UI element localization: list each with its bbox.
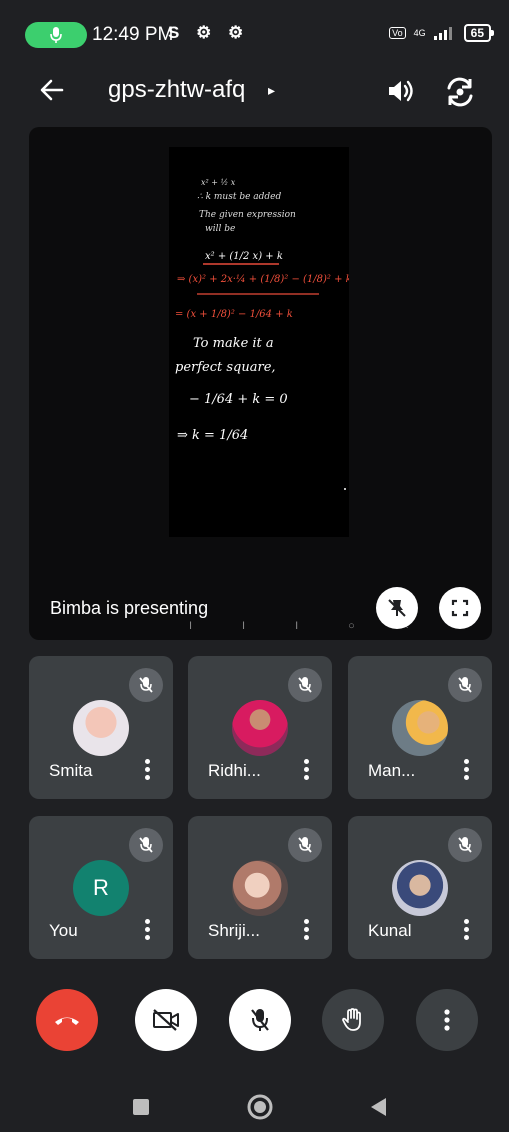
shared-screen-whiteboard: x² + ½ x ∴ k must be added The given exp… — [169, 147, 349, 537]
shared-screen-navbar: III○‹ — [189, 620, 459, 632]
more-vert-icon — [444, 1009, 450, 1031]
presenter-label: Bimba is presenting — [50, 598, 209, 618]
raise-hand-button[interactable] — [322, 989, 384, 1051]
avatar — [232, 700, 288, 756]
network-label: 4G — [413, 28, 426, 38]
end-call-icon — [55, 1017, 79, 1025]
mic-icon — [50, 27, 62, 43]
hw-line-4: will be — [205, 224, 235, 234]
square-icon[interactable] — [131, 1097, 151, 1117]
presentation-view[interactable]: x² + ½ x ∴ k must be added The given exp… — [29, 127, 492, 640]
mic-off-icon — [448, 828, 482, 862]
hw-line-2: ∴ k must be added — [197, 192, 281, 202]
participant-tile[interactable]: Ridhi... — [188, 656, 332, 799]
camera-toggle-button[interactable] — [135, 989, 197, 1051]
participant-name: You — [49, 921, 78, 940]
meeting-details-arrow[interactable]: ▸ — [268, 82, 275, 99]
unpin-button[interactable] — [376, 587, 418, 629]
status-notification-icons: S ⚙ ⚙ — [168, 23, 250, 42]
meeting-code[interactable]: gps-zhtw-afq — [108, 76, 245, 104]
participant-tile-self[interactable]: R You — [29, 816, 173, 959]
hw-line-9: perfect square, — [175, 360, 276, 375]
system-navigation-bar — [0, 1075, 509, 1132]
mic-off-icon — [288, 668, 322, 702]
hw-line-10: − 1/64 + k = 0 — [189, 392, 288, 407]
more-options-button[interactable] — [416, 989, 478, 1051]
participant-tile[interactable]: Shriji... — [188, 816, 332, 959]
mic-off-icon — [129, 828, 163, 862]
triangle-back-icon[interactable] — [368, 1096, 390, 1118]
more-vert-icon[interactable] — [143, 758, 151, 782]
more-vert-icon[interactable] — [302, 758, 310, 782]
back-arrow-icon[interactable] — [36, 74, 68, 106]
hw-line-11: ⇒ k = 1/64 — [177, 428, 248, 443]
more-vert-icon[interactable] — [462, 918, 470, 942]
mic-off-icon — [448, 668, 482, 702]
fullscreen-icon — [451, 599, 469, 617]
hw-line-5: x² + (1/2 x) + k — [205, 251, 283, 262]
avatar — [232, 860, 288, 916]
handwriting-strokes: x² + ½ x ∴ k must be added The given exp… — [175, 178, 349, 490]
signal-icon — [433, 27, 452, 40]
hw-line-6: ⇒ (x)² + 2x·¼ + (1/8)² − (1/8)² + k — [177, 274, 349, 285]
participant-name: Ridhi... — [208, 761, 261, 780]
hw-line-3: The given expression — [199, 210, 296, 220]
status-bar: 12:49 PM S ⚙ ⚙ Vo 4G 65 — [0, 0, 509, 60]
avatar-initial: R — [73, 860, 129, 916]
volume-icon[interactable] — [383, 74, 417, 108]
end-call-button[interactable] — [36, 989, 98, 1051]
participant-name: Shriji... — [208, 921, 260, 940]
hw-line-1: x² + ½ x — [201, 178, 236, 187]
meeting-header: gps-zhtw-afq ▸ — [0, 62, 509, 118]
participant-name: Smita — [49, 761, 93, 780]
hw-line-7: = (x + 1/8)² − 1/64 + k — [175, 309, 293, 320]
camera-off-icon — [153, 1009, 179, 1031]
status-time: 12:49 PM — [92, 24, 174, 45]
raise-hand-icon — [342, 1008, 361, 1031]
avatar — [73, 700, 129, 756]
more-vert-icon[interactable] — [462, 758, 470, 782]
circle-icon[interactable] — [246, 1093, 274, 1121]
more-vert-icon[interactable] — [302, 918, 310, 942]
volte-icon: Vo — [389, 27, 406, 39]
mic-active-indicator — [25, 22, 87, 48]
participant-tile[interactable]: Smita — [29, 656, 173, 799]
mic-off-icon — [251, 1009, 269, 1031]
participant-tile[interactable]: Kunal — [348, 816, 492, 959]
hw-line-8: To make it a — [193, 336, 274, 351]
unpin-icon — [388, 599, 406, 617]
status-right-icons: Vo 4G 65 — [389, 24, 495, 42]
mic-toggle-button[interactable] — [229, 989, 291, 1051]
battery-indicator: 65 — [463, 24, 495, 42]
more-vert-icon[interactable] — [143, 918, 151, 942]
mic-off-icon — [129, 668, 163, 702]
participant-tile[interactable]: Man... — [348, 656, 492, 799]
avatar — [392, 860, 448, 916]
avatar — [392, 700, 448, 756]
camera-flip-icon[interactable] — [442, 74, 478, 110]
mic-off-icon — [288, 828, 322, 862]
participant-name: Kunal — [368, 921, 412, 940]
fullscreen-button[interactable] — [439, 587, 481, 629]
participant-name: Man... — [368, 761, 416, 780]
